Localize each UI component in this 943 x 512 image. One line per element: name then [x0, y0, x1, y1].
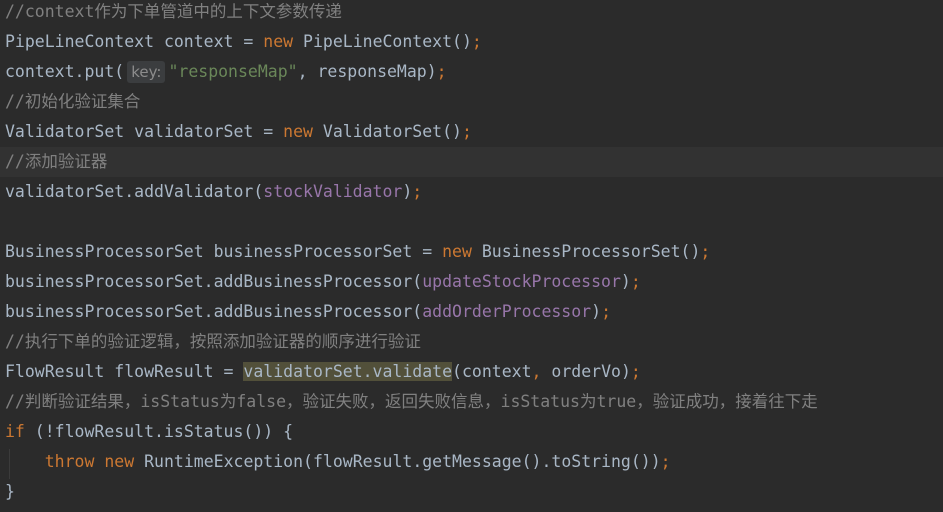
- comment: //context作为下单管道中的上下文参数传递: [5, 2, 342, 21]
- code-text: PipeLineContext(): [293, 32, 472, 51]
- code-line-17[interactable]: }: [0, 477, 943, 507]
- highlighted-usage: validatorSet.validate: [243, 362, 453, 381]
- code-line-9[interactable]: BusinessProcessorSet businessProcessorSe…: [0, 237, 943, 267]
- comma: ,: [531, 362, 542, 381]
- code-line-11[interactable]: businessProcessorSet.addBusinessProcesso…: [0, 297, 943, 327]
- code-line-2[interactable]: PipeLineContext context = new PipeLineCo…: [0, 27, 943, 57]
- code-line-15[interactable]: if (!flowResult.isStatus()) {: [0, 417, 943, 447]
- code-text: FlowResult flowResult =: [5, 362, 244, 381]
- semicolon: ;: [461, 122, 472, 141]
- code-line-12[interactable]: //执行下单的验证逻辑，按照添加验证器的顺序进行验证: [0, 327, 943, 357]
- code-line-10[interactable]: businessProcessorSet.addBusinessProcesso…: [0, 267, 943, 297]
- keyword: throw: [44, 452, 95, 471]
- keyword: if: [5, 422, 25, 441]
- string-literal: "responseMap": [168, 62, 298, 81]
- code-text: ValidatorSet(): [312, 122, 462, 141]
- code-editor[interactable]: //context作为下单管道中的上下文参数传递 PipeLineContext…: [0, 0, 943, 512]
- code-line-7[interactable]: validatorSet.addValidator(stockValidator…: [0, 177, 943, 207]
- code-text: PipeLineContext context =: [5, 32, 264, 51]
- semicolon: ;: [630, 362, 641, 381]
- keyword: new: [442, 242, 472, 261]
- indent-guide: [9, 449, 10, 479]
- code-text: BusinessProcessorSet businessProcessorSe…: [5, 242, 443, 261]
- code-text: ): [591, 302, 602, 321]
- semicolon: ;: [412, 182, 423, 201]
- code-text: context.put(: [5, 62, 125, 81]
- keyword: new: [263, 32, 294, 51]
- semicolon: ;: [630, 272, 641, 291]
- code-line-4[interactable]: //初始化验证集合: [0, 87, 943, 117]
- code-text: }: [5, 482, 15, 501]
- semicolon: ;: [471, 32, 482, 51]
- keyword: new: [283, 122, 313, 141]
- code-text: (context: [452, 362, 532, 381]
- code-text: ValidatorSet validatorSet =: [5, 122, 284, 141]
- comment: //初始化验证集合: [5, 92, 141, 111]
- code-text: ): [620, 272, 631, 291]
- parameter-hint: key:: [127, 61, 166, 83]
- comment: //执行下单的验证逻辑，按照添加验证器的顺序进行验证: [5, 332, 421, 351]
- code-text: businessProcessorSet.addBusinessProcesso…: [5, 302, 423, 321]
- code-line-8-empty[interactable]: [0, 207, 943, 237]
- comment: //添加验证器: [5, 152, 108, 171]
- code-line-16[interactable]: throw new RuntimeException(flowResult.ge…: [0, 447, 943, 477]
- code-text: RuntimeException(flowResult.getMessage()…: [134, 452, 661, 471]
- code-text: ): [402, 182, 413, 201]
- semicolon: ;: [436, 62, 447, 81]
- code-line-13[interactable]: FlowResult flowResult = validatorSet.val…: [0, 357, 943, 387]
- code-text: validatorSet.addValidator(: [5, 182, 264, 201]
- keyword: new: [104, 452, 135, 471]
- code-text: businessProcessorSet.addBusinessProcesso…: [5, 272, 423, 291]
- code-line-6-current[interactable]: //添加验证器: [0, 147, 943, 177]
- field-reference: updateStockProcessor: [422, 272, 621, 291]
- code-line-1[interactable]: //context作为下单管道中的上下文参数传递: [0, 0, 943, 27]
- code-text: orderVo): [541, 362, 631, 381]
- code-text: , responseMap): [297, 62, 437, 81]
- code-line-3[interactable]: context.put(key: "responseMap", responseM…: [0, 57, 943, 87]
- code-line-5[interactable]: ValidatorSet validatorSet = new Validato…: [0, 117, 943, 147]
- semicolon: ;: [660, 452, 671, 471]
- code-text: (!flowResult.isStatus()) {: [24, 422, 294, 441]
- comment: //判断验证结果，isStatus为false，验证失败，返回失败信息，isSt…: [5, 392, 818, 411]
- code-line-14[interactable]: //判断验证结果，isStatus为false，验证失败，返回失败信息，isSt…: [0, 387, 943, 417]
- code-text: BusinessProcessorSet(): [471, 242, 701, 261]
- semicolon: ;: [700, 242, 711, 261]
- field-reference: stockValidator: [263, 182, 403, 201]
- field-reference: addOrderProcessor: [422, 302, 592, 321]
- semicolon: ;: [601, 302, 611, 321]
